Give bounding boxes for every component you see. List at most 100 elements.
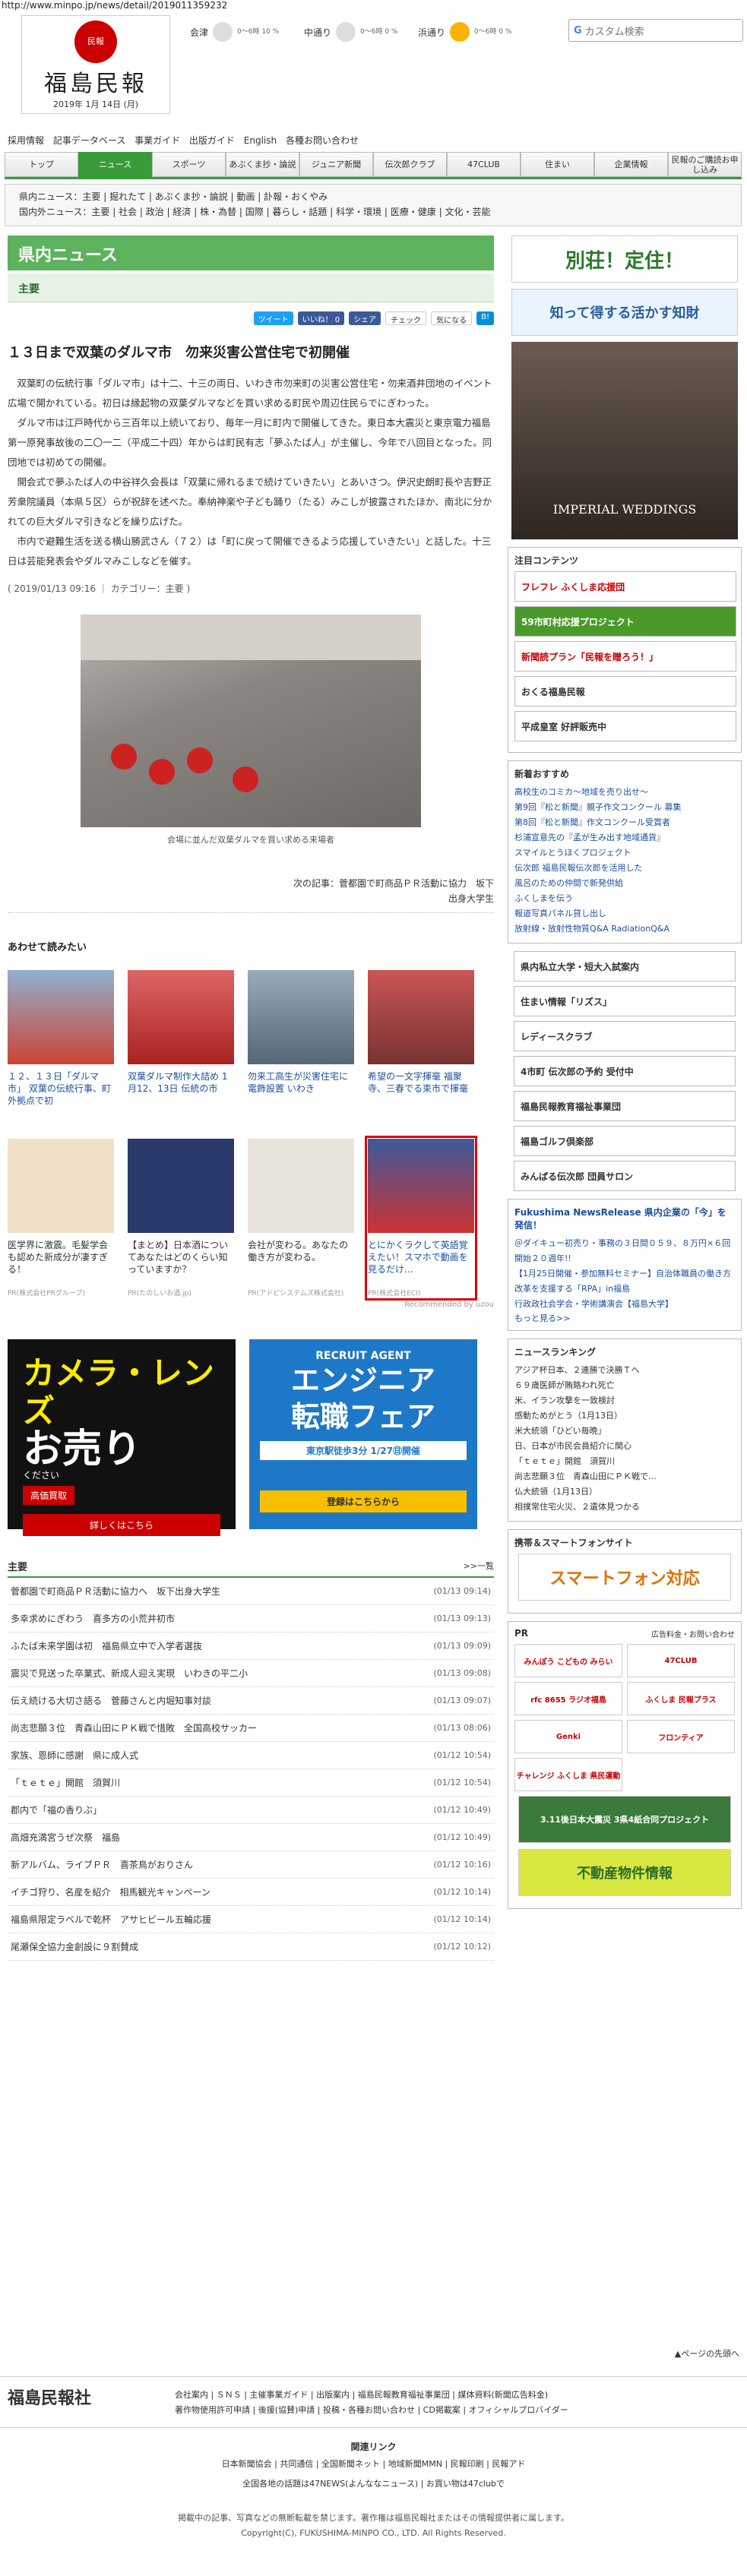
ranking-item[interactable]: アジア杯日本、２連勝で決勝Ｔへ — [514, 1363, 735, 1378]
recommend-item[interactable]: 報道写真パネル貸し出し — [514, 906, 735, 921]
weather-hamadori[interactable]: 浜通り 0〜6時 0 % — [418, 17, 511, 47]
tweet-button[interactable]: ツイート — [253, 311, 293, 325]
news-list-row[interactable]: ふたば未来学園は初 福島県立中で入学者選抜 (01/13 09:09) — [8, 1633, 494, 1660]
recommend-item[interactable]: ふくしまを伝う — [514, 891, 735, 906]
toplink[interactable]: 採用情報 — [8, 135, 44, 146]
banner-villa[interactable]: 別荘！定住！ — [511, 235, 738, 283]
newsrelease-item[interactable]: 行政政社会学会・学術講演会【福島大学】 — [514, 1297, 735, 1312]
pr-item[interactable]: フロンティア — [627, 1720, 735, 1753]
pr-item[interactable]: ふくしま 民報プラス — [627, 1682, 735, 1715]
news-list-row[interactable]: 伝え続ける大切さ語る 菅藤さんと内堀知事対談 (01/13 09:07) — [8, 1687, 494, 1715]
recommend-item[interactable]: 風呂のための仲間で新発供給 — [514, 876, 735, 891]
pr-item[interactable]: チャレンジ ふくしま 県民運動 — [514, 1758, 622, 1791]
related-links[interactable]: 日本新聞協会 | 共同通信 | 全国新聞ネット | 地域新聞MMN | 民報印刷… — [0, 2456, 747, 2473]
nav-company[interactable]: 企業情報 — [594, 152, 668, 177]
pr-banner[interactable]: 不動産物件情報 — [518, 1849, 731, 1896]
next-article-link[interactable]: 次の記事：菅都園で町商品ＰＲ活動に協力 坂下 出身大学生 — [8, 876, 494, 913]
news-list-row[interactable]: 福島県限定ラベルで乾杯 アサヒビール五輪応援 (01/12 10:14) — [8, 1906, 494, 1933]
ranking-item[interactable]: 感動ためがとう（1月13日） — [514, 1408, 735, 1424]
focus-button[interactable]: おくる福島民報 — [514, 676, 736, 706]
nav-sports[interactable]: スポーツ — [152, 152, 226, 177]
focus-button[interactable]: フレフレ ふくしま応援団 — [514, 571, 736, 602]
news-list-row[interactable]: 「ｔｅｔｅ」開館 須賀川 (01/12 10:54) — [8, 1769, 494, 1797]
ad-cta[interactable]: 詳しくはこちら — [23, 1514, 220, 1536]
nav-denjiro[interactable]: 伝次郎クラブ — [373, 152, 447, 177]
side-button[interactable]: 4市町 伝次郎の予約 受付中 — [514, 1056, 736, 1086]
focus-button[interactable]: 新聞読プラン「民報を贈ろう！」 — [514, 641, 736, 672]
banner-ip[interactable]: 知って得する活かす知財 — [511, 289, 738, 336]
recommended-by[interactable]: Recommended by uzou — [8, 1301, 494, 1309]
newsrelease-more[interactable]: もっと見る>> — [514, 1312, 735, 1324]
mobile-banner[interactable]: スマートフォン対応 — [518, 1554, 731, 1601]
news-list-row[interactable]: 新アルバム、ライブＰＲ 喜茶鳥がおりさん (01/12 10:16) — [8, 1851, 494, 1879]
nav-47club[interactable]: 47CLUB — [447, 152, 521, 177]
kininaru-button[interactable]: 気になる — [431, 311, 473, 325]
footer-logo[interactable]: 福島民報社 — [8, 2390, 91, 2407]
subnav-local[interactable]: 県内ニュース：主要 | 掘れたて | あぶくま抄・論説 | 動画 | 訃報・おく… — [19, 189, 727, 204]
ranking-item[interactable]: 米大統領「ひどい毎晩」 — [514, 1424, 735, 1439]
recommend-card[interactable]: 希望の一文字揮毫 福聚寺、三春でる束市で揮毫 — [368, 970, 474, 1119]
side-button[interactable]: 福島ゴルフ倶楽部 — [514, 1126, 736, 1156]
recommend-item[interactable]: スマイルとうほくプロジェクト — [514, 845, 735, 861]
footer-links[interactable]: 会社案内 | ＳＮＳ | 主催事業ガイド | 出版案内 | 福島民報教育福祉事業… — [175, 2388, 747, 2403]
pr-item[interactable]: Genki — [514, 1720, 622, 1753]
back-to-top[interactable]: ▲ページの先頭へ — [0, 2347, 747, 2359]
side-button[interactable]: みんぱる伝次郎 団員サロン — [514, 1161, 736, 1191]
recommend-card[interactable]: 勿来工高生が災害住宅に電飾設置 いわき — [248, 970, 354, 1119]
weather-nakadori[interactable]: 中通り 0〜6時 0 % — [304, 17, 397, 47]
nav-housing[interactable]: 住まい — [521, 152, 594, 177]
ranking-item[interactable]: ６９歳医師が賄賂われ死亡 — [514, 1378, 735, 1393]
pr-more[interactable]: 広告料金・お問い合わせ — [651, 1628, 735, 1639]
recommend-item[interactable]: 伝次郎 福島民報伝次郎を活用した — [514, 861, 735, 876]
ranking-item[interactable]: 日、日本が市民会員紹介に関心 — [514, 1439, 735, 1454]
pr-banner[interactable]: 3.11後日本大震災 3県4紙合同プロジェクト — [518, 1796, 731, 1843]
like-button[interactable]: いいね！ 0 — [297, 311, 345, 325]
news-list-row[interactable]: 尚志悲願３位 青森山田にＰＫ戦で惜敗 全国高校サッカー (01/13 08:06) — [8, 1715, 494, 1742]
ranking-item[interactable]: 米、イラン攻撃を一致検討 — [514, 1393, 735, 1408]
ranking-item[interactable]: 相撲常住宅火災、２遺体見つかる — [514, 1500, 735, 1515]
recommend-card[interactable]: 会社が変わる。あなたの働き方が変わる。 PR(アドビシステムズ株式会社) — [248, 1139, 354, 1297]
news-list-row[interactable]: 震災で見送った卒業式、新成人迎え実現 いわきの平二小 (01/13 09:08) — [8, 1660, 494, 1687]
side-button[interactable]: 住まい情報「リズス」 — [514, 986, 736, 1016]
nav-top[interactable]: トップ — [5, 152, 78, 177]
check-button[interactable]: チェック — [385, 311, 427, 325]
pr-item[interactable]: 47CLUB — [627, 1644, 735, 1677]
pr-item[interactable]: rfc 8655 ラジオ福島 — [514, 1682, 622, 1715]
toplink[interactable]: 記事データベース — [53, 135, 125, 146]
article-photo[interactable] — [81, 615, 421, 827]
ranking-item[interactable]: 尚志悲願３位 青森山田にＰＫ戦で… — [514, 1469, 735, 1484]
side-button[interactable]: 福島民報教育福祉事業団 — [514, 1091, 736, 1121]
focus-button[interactable]: 59市町村応援プロジェクト — [514, 606, 736, 637]
news-list-row[interactable]: 菅都園で町商品ＰＲ活動に協力へ 坂下出身大学生 (01/13 09:14) — [8, 1578, 494, 1605]
focus-button[interactable]: 平成皇室 好評販売中 — [514, 711, 736, 741]
recommend-card[interactable]: 医学界に激震。毛髪学会も認めた新成分が凄すぎる！ PR(株式会社PRグループ) — [8, 1139, 114, 1297]
recommend-item[interactable]: 杉浦宣意先の『孟が生み出す地域通貨』 — [514, 830, 735, 845]
news-list-row[interactable]: 家族、恩師に感謝 県に成人式 (01/12 10:54) — [8, 1742, 494, 1769]
subnav-national[interactable]: 国内外ニュース：主要 | 社会 | 政治 | 経済 | 株・為替 | 国際 | … — [19, 204, 727, 220]
recommend-item[interactable]: 第8回『松と新聞』作文コンクール受賞者 — [514, 815, 735, 830]
side-button[interactable]: 県内私立大学・短大入試案内 — [514, 951, 736, 981]
news-list-row[interactable]: 高畑充満宮うぜ次祭 福島 (01/12 10:49) — [8, 1824, 494, 1851]
news-list-more[interactable]: >>一覧 — [464, 1560, 494, 1572]
nav-subscribe[interactable]: 民報のご購読お申し込み — [668, 152, 742, 177]
nav-news[interactable]: ニュース — [78, 152, 152, 177]
news-list-row[interactable]: 尾瀬保全協力金創設に９割賛成 (01/12 10:12) — [8, 1933, 494, 1961]
nav-junior[interactable]: ジュニア新聞 — [299, 152, 373, 177]
news-list-row[interactable]: イチゴ狩り、名産を紹介 相馬観光キャンペーン (01/12 10:14) — [8, 1879, 494, 1906]
toplink[interactable]: 出版ガイド — [189, 135, 235, 146]
recommend-item[interactable]: 第9回『松と新聞』親子作文コンクール 募集 — [514, 800, 735, 815]
recommend-card[interactable]: 双葉ダルマ制作大詰め 1月12、13日 伝統の市 — [128, 970, 234, 1119]
footer-links[interactable]: 著作物使用許可申請 | 後援(協賛)申請 | 投稿・各種お問い合わせ | CD掲… — [175, 2403, 747, 2418]
toplink[interactable]: 事業ガイド — [135, 135, 180, 146]
related-links[interactable]: 全国各地の話題は47NEWS(よんななニュース) | お買い物は47clubで — [0, 2476, 747, 2492]
newsrelease-item[interactable]: ＠ダイキュー初売り・事務の３日間０５９、８万円×６回開始２０週年!! — [514, 1236, 735, 1266]
recommend-card[interactable]: とにかくラクして英語覚えたい！スマホで動画を見るだけ… PR(株式会社ECI) — [365, 1136, 477, 1301]
search-input[interactable]: G カスタム検索 — [568, 19, 743, 42]
toplink[interactable]: English — [244, 135, 277, 146]
weather-aizu[interactable]: 会津 0〜6時 10 % — [190, 17, 279, 47]
wedding-ad[interactable]: IMPERIAL WEDDINGS — [511, 342, 738, 539]
news-list-row[interactable]: 多幸求めにぎわう 喜多方の小荒井初市 (01/13 09:13) — [8, 1605, 494, 1633]
news-list-row[interactable]: 郡内で「福の香りぶ」 (01/12 10:49) — [8, 1797, 494, 1824]
toplink[interactable]: 各種お問い合わせ — [286, 135, 359, 146]
nav-opinion[interactable]: あぶくま抄・論説 — [226, 152, 299, 177]
